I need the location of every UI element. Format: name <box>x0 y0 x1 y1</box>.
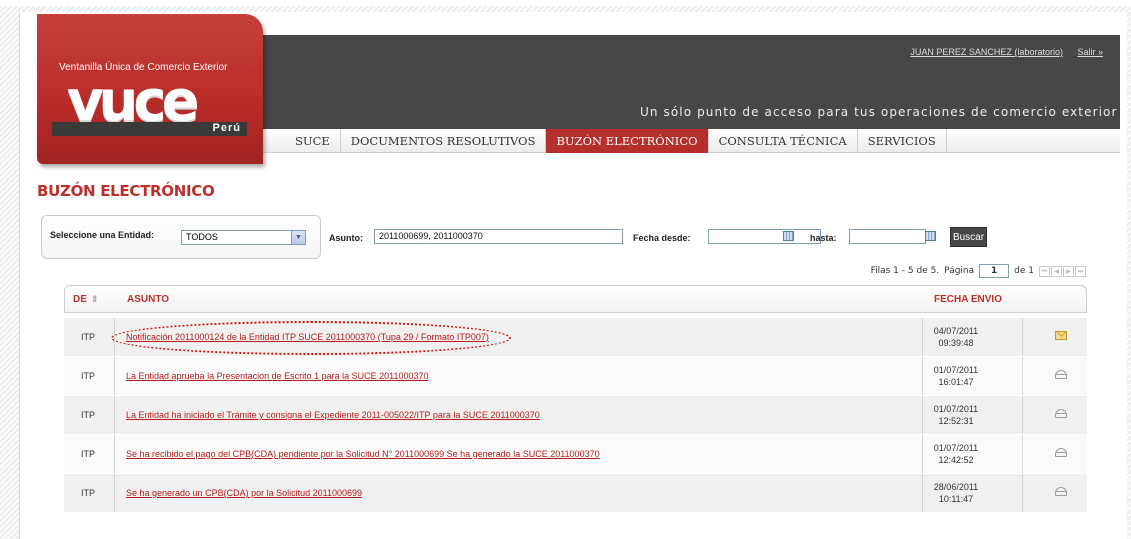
col-fecha-header: FECHA ENVIO <box>934 294 1002 305</box>
column-divider <box>922 396 923 434</box>
row-date: 01/07/2011 16:01:47 <box>926 364 986 388</box>
hasta-input[interactable] <box>849 229 926 244</box>
row-sender: ITP <box>81 371 96 381</box>
rows-count: Filas 1 - 5 de 5. <box>870 266 940 276</box>
hasta-label: hasta: <box>810 233 837 243</box>
column-divider <box>114 318 115 356</box>
row-date: 01/07/2011 12:42:52 <box>926 442 986 466</box>
row-sender: ITP <box>81 410 96 420</box>
asunto-label: Asunto: <box>329 233 363 243</box>
row-date: 01/07/2011 12:52:31 <box>926 403 986 427</box>
page-label: Página <box>944 266 975 276</box>
row-subject-link[interactable]: Se ha generado un CPB(CDA) por la Solici… <box>126 488 362 498</box>
logo-country: Perú <box>212 122 241 134</box>
row-subject-link[interactable]: Notificación 2011000124 de la Entidad IT… <box>126 332 489 342</box>
nav-item-consulta-tecnica[interactable]: CONSULTA TÉCNICA <box>709 129 858 153</box>
logout-link[interactable]: Salir » <box>1077 47 1103 57</box>
read-mail-icon[interactable] <box>1055 487 1067 496</box>
table-row: ITP La Entidad aprueba la Presentacion d… <box>64 357 1087 395</box>
row-date: 04/07/2011 09:39:48 <box>926 325 986 349</box>
table-row: ITP Notificación 2011000124 de la Entida… <box>64 318 1087 356</box>
row-date-day: 28/06/2011 <box>933 482 979 492</box>
nav-item-buzon-electronico[interactable]: BUZÓN ELECTRÓNICO <box>546 129 709 153</box>
table-row: ITP Se ha recibido el pago del CPB(CDA) … <box>64 435 1087 473</box>
table-header: DE ⇕ ASUNTO FECHA ENVIO <box>64 285 1087 313</box>
entity-select-value: TODOS <box>186 232 218 242</box>
row-date-time: 16:01:47 <box>938 377 974 387</box>
search-button[interactable]: Buscar <box>950 227 987 247</box>
row-date-day: 04/07/2011 <box>933 326 979 336</box>
nav-item-servicios[interactable]: SERVICIOS <box>858 129 947 153</box>
page-total: de 1 <box>1014 266 1034 276</box>
column-divider <box>922 435 923 473</box>
slogan: Un sólo punto de acceso para tus operaci… <box>640 105 1118 119</box>
row-subject-link[interactable]: La Entidad aprueba la Presentacion de Es… <box>126 371 429 381</box>
nav-item-documentos-resolutivos[interactable]: DOCUMENTOS RESOLUTIVOS <box>341 129 547 153</box>
col-asunto-header: ASUNTO <box>127 294 170 305</box>
asunto-input[interactable]: 2011000699, 2011000370 <box>374 229 623 244</box>
pagination: Filas 1 - 5 de 5. Página 1 de 1 ⏮ ◀ ▶ ⏭ <box>871 264 1086 278</box>
sort-icon: ⇕ <box>90 294 99 304</box>
table-row: ITP Se ha generado un CPB(CDA) por la So… <box>64 474 1087 512</box>
column-divider <box>1022 474 1023 512</box>
column-divider <box>1022 435 1023 473</box>
user-link[interactable]: JUAN PEREZ SANCHEZ (laboratorio) <box>910 47 1063 57</box>
row-date-time: 09:39:48 <box>938 338 974 348</box>
page-top-strip <box>0 0 1131 6</box>
column-divider <box>922 318 923 356</box>
row-sender: ITP <box>81 488 96 498</box>
column-divider <box>922 474 923 512</box>
row-date-time: 12:42:52 <box>938 455 974 465</box>
prev-page-icon[interactable]: ◀ <box>1051 265 1062 277</box>
entity-select[interactable]: TODOS ▼ <box>181 230 306 245</box>
row-date-day: 01/07/2011 <box>933 404 979 414</box>
first-page-icon[interactable]: ⏮ <box>1039 265 1050 277</box>
row-date-time: 10:11:47 <box>938 494 974 504</box>
row-subject-link[interactable]: La Entidad ha iniciado el Trámite y cons… <box>126 410 540 420</box>
row-date-day: 01/07/2011 <box>933 365 979 375</box>
read-mail-icon[interactable] <box>1055 409 1067 418</box>
fecha-desde-label: Fecha desde: <box>633 233 691 243</box>
main-nav: SUCE DOCUMENTOS RESOLUTIVOS BUZÓN ELECTR… <box>285 129 947 153</box>
col-de-label: DE <box>73 294 87 305</box>
column-divider <box>114 357 115 395</box>
col-de-header[interactable]: DE ⇕ <box>73 294 98 305</box>
read-mail-icon[interactable] <box>1055 448 1067 457</box>
pager-buttons: ⏮ ◀ ▶ ⏭ <box>1039 265 1086 277</box>
row-date-time: 12:52:31 <box>938 416 974 426</box>
entity-label: Seleccione una Entidad: <box>50 230 155 240</box>
column-divider <box>114 435 115 473</box>
column-divider <box>1022 396 1023 434</box>
column-divider <box>1022 318 1023 356</box>
row-subject-link[interactable]: Se ha recibido el pago del CPB(CDA) pend… <box>126 449 600 459</box>
last-page-icon[interactable]: ⏭ <box>1075 265 1086 277</box>
calendar-icon[interactable] <box>925 231 936 241</box>
nav-item-suce[interactable]: SUCE <box>285 129 341 153</box>
read-mail-icon[interactable] <box>1055 370 1067 379</box>
page-title: BUZÓN ELECTRÓNICO <box>37 182 215 200</box>
row-date: 28/06/2011 10:11:47 <box>926 481 986 505</box>
row-date-day: 01/07/2011 <box>933 443 979 453</box>
chevron-down-icon: ▼ <box>291 231 305 244</box>
fecha-desde-input[interactable] <box>708 229 821 244</box>
vuce-logo[interactable]: Ventanilla Única de Comercio Exterior vu… <box>37 14 263 164</box>
table-row: ITP La Entidad ha iniciado el Trámite y … <box>64 396 1087 434</box>
column-divider <box>922 357 923 395</box>
column-divider <box>114 396 115 434</box>
column-divider <box>1022 357 1023 395</box>
column-divider <box>114 474 115 512</box>
next-page-icon[interactable]: ▶ <box>1063 265 1074 277</box>
user-bar: JUAN PEREZ SANCHEZ (laboratorio) Salir » <box>910 47 1103 57</box>
unread-mail-icon[interactable] <box>1055 331 1067 340</box>
calendar-icon[interactable] <box>783 231 794 241</box>
row-sender: ITP <box>81 449 96 459</box>
row-sender: ITP <box>81 332 96 342</box>
page-number-input[interactable]: 1 <box>979 264 1010 278</box>
